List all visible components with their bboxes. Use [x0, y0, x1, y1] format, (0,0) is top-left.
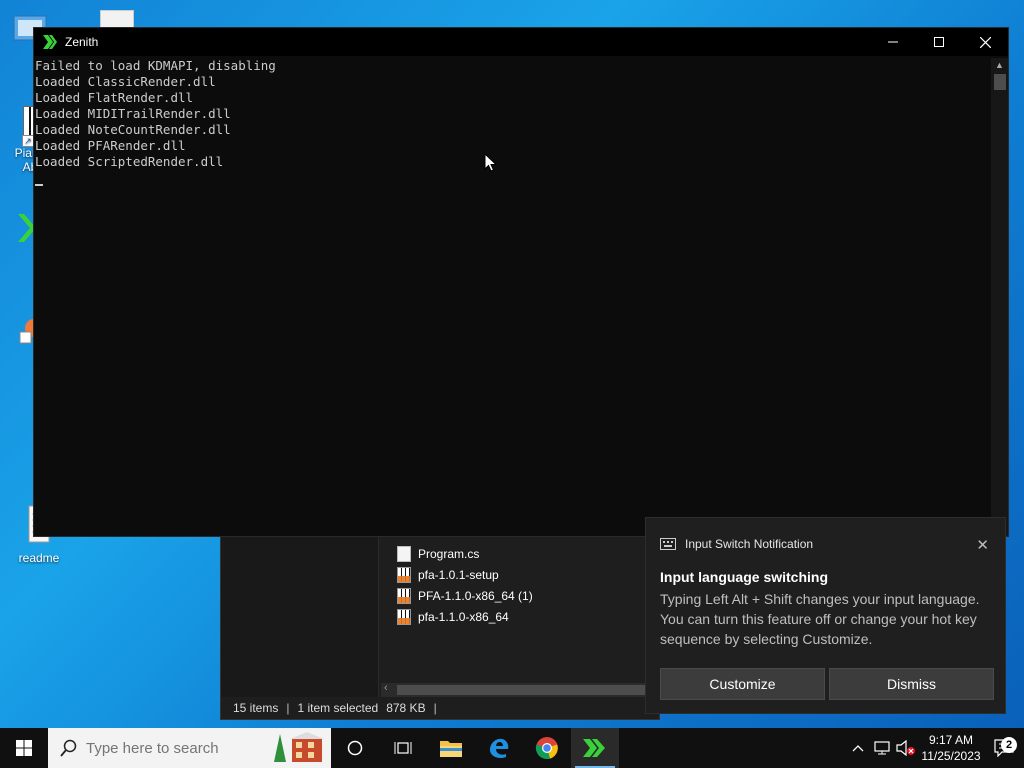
piano-icon [397, 608, 411, 625]
notification-app-name: Input Switch Notification [685, 537, 814, 551]
taskbar: 9:17 AM 11/25/2023 2 [0, 728, 1024, 768]
notification-body: Typing Left Alt + Shift changes your inp… [660, 591, 980, 647]
selection-size: 878 KB [386, 701, 426, 715]
maximize-button[interactable] [916, 28, 962, 56]
piano-icon [397, 566, 411, 583]
clock-time: 9:17 AM [928, 733, 974, 747]
minimize-icon [888, 41, 898, 43]
zenith-icon [43, 35, 57, 49]
taskbar-clock[interactable]: 9:17 AM 11/25/2023 [918, 732, 984, 764]
file-item[interactable]: PFA-1.1.0-x86_64 (1) [397, 585, 533, 606]
notification-header: Input Switch Notification ✕ [646, 518, 1005, 570]
volume-muted-icon [896, 740, 915, 756]
console-line: Loaded PFARender.dll [35, 138, 186, 153]
customize-button[interactable]: Customize [660, 668, 825, 700]
search-icon [60, 739, 77, 757]
status-bar: 15 items | 1 item selected 878 KB | [221, 697, 659, 719]
selection-count: 1 item selected [297, 701, 379, 715]
clock-date: 11/25/2023 [921, 749, 981, 763]
maximize-icon [934, 37, 944, 47]
scrollbar-thumb[interactable] [994, 74, 1006, 90]
mouse-pointer-icon [484, 153, 498, 172]
file-explorer-taskbar-button[interactable] [427, 728, 475, 768]
task-view-button[interactable] [379, 728, 427, 768]
close-icon[interactable]: ✕ [976, 536, 989, 554]
edge-taskbar-button[interactable] [475, 728, 523, 768]
input-switch-notification: Input Switch Notification ✕ Input langua… [645, 517, 1006, 714]
desktop-icon-label: readme [18, 551, 60, 565]
dismiss-button[interactable]: Dismiss [829, 668, 994, 700]
windows-logo-icon [16, 740, 32, 756]
cortana-icon [347, 740, 363, 756]
file-name: Program.cs [418, 546, 480, 561]
separator: | [286, 701, 290, 715]
file-explorer-icon [440, 741, 462, 757]
close-icon [979, 36, 991, 48]
network-button[interactable] [870, 741, 894, 755]
file-item[interactable]: pfa-1.0.1-setup [397, 564, 533, 585]
file-name: pfa-1.1.0-x86_64 [418, 609, 509, 624]
navigation-pane[interactable] [221, 529, 379, 699]
console-line: Loaded ScriptedRender.dll [35, 154, 224, 169]
file-name: pfa-1.0.1-setup [418, 567, 499, 582]
console-output[interactable]: Failed to load KDMAPI, disabling Loaded C… [34, 58, 990, 536]
edge-icon [490, 738, 509, 759]
file-item[interactable]: pfa-1.1.0-x86_64 [397, 606, 533, 627]
item-count: 15 items [233, 701, 279, 715]
window-title: Zenith [65, 35, 99, 49]
network-icon [874, 741, 890, 755]
notification-count-badge: 2 [1001, 737, 1017, 753]
volume-button[interactable] [894, 740, 918, 756]
vertical-scrollbar[interactable]: ▲ [991, 58, 1008, 536]
text-cursor [35, 184, 43, 186]
taskbar-search[interactable] [48, 728, 331, 768]
chrome-taskbar-button[interactable] [523, 728, 571, 768]
separator: | [433, 701, 437, 715]
file-list: Program.cs pfa-1.0.1-setup PFA-1.1.0-x86… [397, 543, 533, 627]
notification-heading: Input language switching [660, 569, 828, 585]
piano-icon [397, 587, 411, 604]
file-item[interactable]: Program.cs [397, 543, 533, 564]
horizontal-scrollbar[interactable]: ‹ [381, 682, 661, 697]
cortana-button[interactable] [331, 728, 379, 768]
scrollbar-thumb[interactable] [397, 685, 657, 695]
keyboard-icon [660, 538, 676, 550]
file-explorer-window: Program.cs pfa-1.0.1-setup PFA-1.1.0-x86… [220, 528, 661, 720]
console-line: Failed to load KDMAPI, disabling [35, 58, 276, 73]
scroll-left-icon[interactable]: ‹ [384, 682, 388, 694]
system-tray: 9:17 AM 11/25/2023 2 [846, 728, 1024, 768]
scroll-up-icon[interactable]: ▲ [991, 58, 1008, 72]
zenith-icon [583, 739, 605, 757]
console-line: Loaded ClassicRender.dll [35, 74, 216, 89]
console-line: Loaded FlatRender.dll [35, 90, 194, 105]
show-hidden-icons-button[interactable] [846, 744, 870, 752]
title-bar[interactable]: Zenith [34, 28, 1008, 56]
start-button[interactable] [0, 728, 48, 768]
zenith-console-window: Zenith Failed to load KDMAPI, disabling L… [33, 27, 1009, 537]
notification-actions: Customize Dismiss [660, 668, 994, 700]
close-button[interactable] [962, 28, 1008, 56]
chevron-up-icon [852, 745, 864, 752]
search-highlight-icon[interactable] [272, 732, 328, 764]
file-name: PFA-1.1.0-x86_64 (1) [418, 588, 533, 603]
console-line: Loaded NoteCountRender.dll [35, 122, 231, 137]
chrome-icon [535, 737, 558, 760]
zenith-taskbar-button[interactable] [571, 728, 619, 768]
console-line: Loaded MIDITrailRender.dll [35, 106, 231, 121]
task-view-icon [394, 742, 412, 754]
minimize-button[interactable] [870, 28, 916, 56]
document-icon [397, 545, 411, 562]
action-center-button[interactable]: 2 [984, 737, 1024, 757]
search-input[interactable] [86, 739, 266, 757]
